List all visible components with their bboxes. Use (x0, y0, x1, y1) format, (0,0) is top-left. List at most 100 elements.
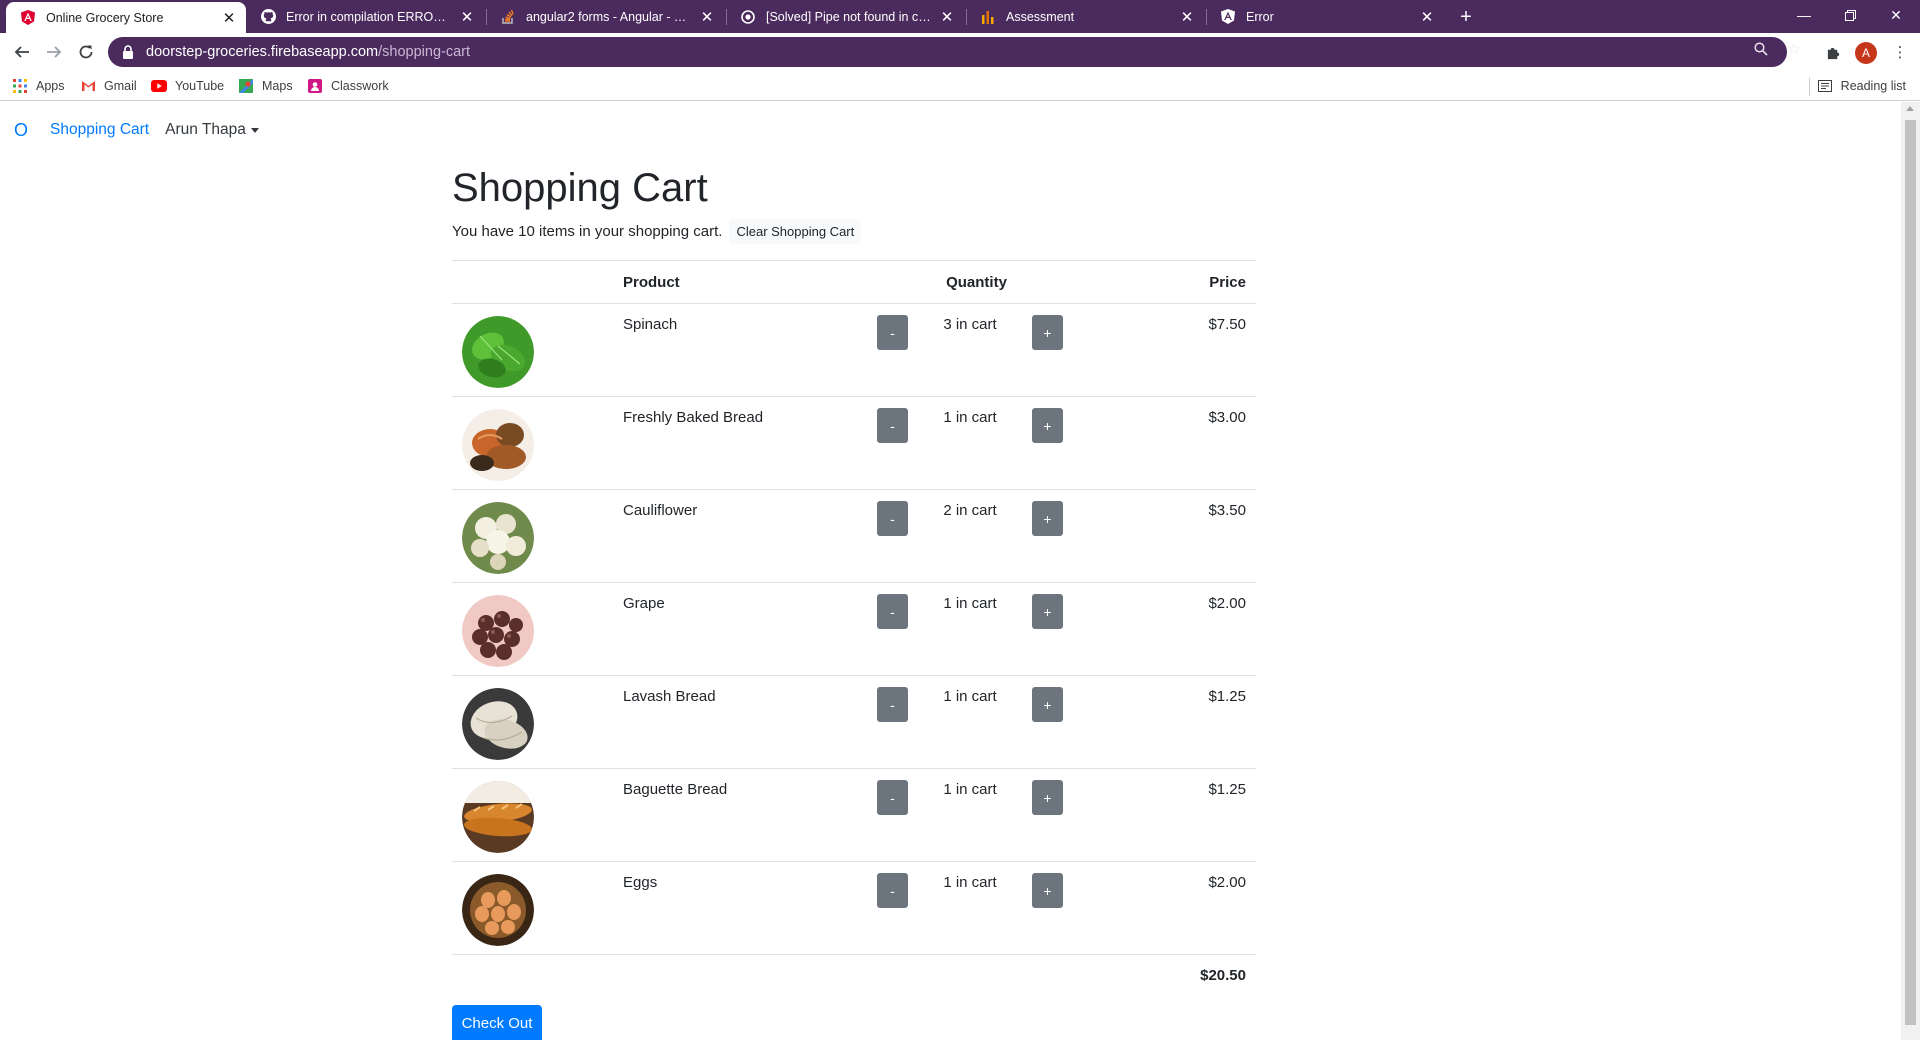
bookmark-gmail[interactable]: Gmail (80, 76, 137, 96)
forward-arrow-icon[interactable] (40, 38, 68, 66)
grape-thumbnail (462, 595, 534, 667)
maps-icon (238, 78, 254, 94)
table-row: Grape - 1 in cart + $2.00 (452, 582, 1256, 676)
check-out-button[interactable]: Check Out (452, 1005, 542, 1040)
bookmark-apps[interactable]: Apps (12, 76, 65, 96)
scrollbar-thumb[interactable] (1905, 120, 1916, 1025)
cart-container: Shopping Cart You have 10 items in your … (452, 164, 1256, 1040)
bookmark-star-icon[interactable]: ☆ (1784, 39, 1804, 59)
more-vert-icon[interactable]: ⋮ (1889, 41, 1911, 63)
youtube-icon (151, 78, 167, 94)
close-icon[interactable]: ✕ (458, 8, 476, 26)
reading-list-label: Reading list (1840, 79, 1906, 93)
item-price: $2.00 (1076, 582, 1256, 676)
scroll-up-arrow-icon[interactable] (1906, 106, 1914, 111)
zoom-search-icon[interactable] (1751, 39, 1771, 59)
clear-shopping-cart-button[interactable]: Clear Shopping Cart (729, 218, 862, 244)
reload-icon[interactable] (72, 38, 100, 66)
chart-bars-icon (980, 9, 996, 25)
tab-title: Error (1246, 9, 1274, 24)
caret-down-icon (250, 127, 259, 133)
page-content: O Shopping Cart Arun Thapa Shopping Cart… (0, 102, 1901, 1040)
quantity-stepper: - 1 in cart + (877, 408, 1076, 443)
url-host: doorstep-groceries.firebaseapp.com (146, 44, 379, 60)
window-close-icon[interactable]: ✕ (1874, 0, 1918, 30)
decrease-quantity-button[interactable]: - (877, 501, 908, 536)
tab-online-grocery-store[interactable]: Online Grocery Store ✕ (6, 2, 246, 33)
quantity-stepper: - 2 in cart + (877, 501, 1076, 536)
increase-quantity-button[interactable]: + (1032, 594, 1063, 629)
brand-logo[interactable]: O (14, 120, 28, 141)
extensions-puzzle-icon[interactable] (1822, 41, 1844, 63)
table-row: Spinach - 3 in cart + $7.50 (452, 303, 1256, 397)
decrease-quantity-button[interactable]: - (877, 873, 908, 908)
back-arrow-icon[interactable] (8, 38, 36, 66)
cart-summary: You have 10 items in your shopping cart.… (452, 218, 1256, 244)
decrease-quantity-button[interactable]: - (877, 687, 908, 722)
bookmark-youtube[interactable]: YouTube (151, 76, 224, 96)
close-icon[interactable]: ✕ (220, 9, 238, 27)
browser-toolbar: doorstep-groceries.firebaseapp.com/shopp… (0, 33, 1920, 71)
cart-table: Product Quantity Price Spinach - 3 in ca… (452, 260, 1256, 1040)
quantity-text: 1 in cart (943, 781, 997, 798)
bookmark-classwork[interactable]: Classwork (307, 76, 389, 96)
bookmark-maps[interactable]: Maps (238, 76, 293, 96)
header-image (452, 260, 623, 304)
increase-quantity-button[interactable]: + (1032, 315, 1063, 350)
url-path: /shopping-cart (378, 44, 471, 60)
header-product: Product (623, 260, 877, 304)
new-tab-plus-icon[interactable]: + (1455, 6, 1477, 28)
header-price: Price (1076, 260, 1256, 304)
quantity-stepper: - 1 in cart + (877, 780, 1076, 815)
decrease-quantity-button[interactable]: - (877, 594, 908, 629)
quantity-stepper: - 1 in cart + (877, 873, 1076, 908)
profile-avatar[interactable]: A (1855, 42, 1877, 64)
table-row: Lavash Bread - 1 in cart + $1.25 (452, 675, 1256, 769)
decrease-quantity-button[interactable]: - (877, 315, 908, 350)
increase-quantity-button[interactable]: + (1032, 873, 1063, 908)
decrease-quantity-button[interactable]: - (877, 780, 908, 815)
quantity-text: 3 in cart (943, 316, 997, 333)
close-icon[interactable]: ✕ (1178, 8, 1196, 26)
angular-icon (20, 10, 36, 26)
increase-quantity-button[interactable]: + (1032, 501, 1063, 536)
item-price: $7.50 (1076, 303, 1256, 397)
cart-total: $20.50 (1076, 954, 1256, 1040)
spinach-thumbnail (462, 316, 534, 388)
tab-assessment[interactable]: Assessment ✕ (966, 0, 1204, 33)
close-icon[interactable]: ✕ (938, 8, 956, 26)
minimize-icon[interactable]: — (1782, 0, 1826, 30)
product-name: Spinach (623, 303, 877, 397)
nav-shopping-cart-link[interactable]: Shopping Cart (50, 121, 149, 139)
tab-angular2-forms[interactable]: angular2 forms - Angular - There ✕ (486, 0, 724, 33)
address-bar[interactable]: doorstep-groceries.firebaseapp.com/shopp… (108, 37, 1787, 67)
increase-quantity-button[interactable]: + (1032, 780, 1063, 815)
apps-grid-icon (12, 78, 28, 94)
product-name: Grape (623, 582, 877, 676)
table-row: Cauliflower - 2 in cart + $3.50 (452, 489, 1256, 583)
header-quantity: Quantity (877, 260, 1076, 304)
reading-list-icon (1817, 78, 1833, 94)
total-row: $20.50 (452, 954, 1256, 1040)
increase-quantity-button[interactable]: + (1032, 408, 1063, 443)
quantity-stepper: - 3 in cart + (877, 315, 1076, 350)
bookmark-label: YouTube (175, 79, 225, 93)
user-dropdown[interactable]: Arun Thapa (165, 121, 259, 139)
product-name: Cauliflower (623, 489, 877, 583)
tab-error[interactable]: Error ✕ (1206, 0, 1444, 33)
tab-solved-pipe-not-found[interactable]: [Solved] Pipe not found in custom ✕ (726, 0, 964, 33)
decrease-quantity-button[interactable]: - (877, 408, 908, 443)
increase-quantity-button[interactable]: + (1032, 687, 1063, 722)
tab-title: [Solved] Pipe not found in custom (766, 9, 932, 24)
tab-error-in-compilation[interactable]: Error in compilation ERROR in ng ✕ (246, 0, 484, 33)
item-price: $1.25 (1076, 768, 1256, 862)
page-scrollbar[interactable] (1901, 102, 1920, 1040)
reading-list-button[interactable]: Reading list (1817, 76, 1906, 96)
close-icon[interactable]: ✕ (698, 8, 716, 26)
quantity-stepper: - 1 in cart + (877, 594, 1076, 629)
page-title: Shopping Cart (452, 166, 708, 210)
restore-icon[interactable] (1828, 0, 1872, 30)
close-icon[interactable]: ✕ (1418, 8, 1436, 26)
table-row: Eggs - 1 in cart + $2.00 (452, 861, 1256, 955)
bookmark-label: Gmail (104, 79, 137, 93)
